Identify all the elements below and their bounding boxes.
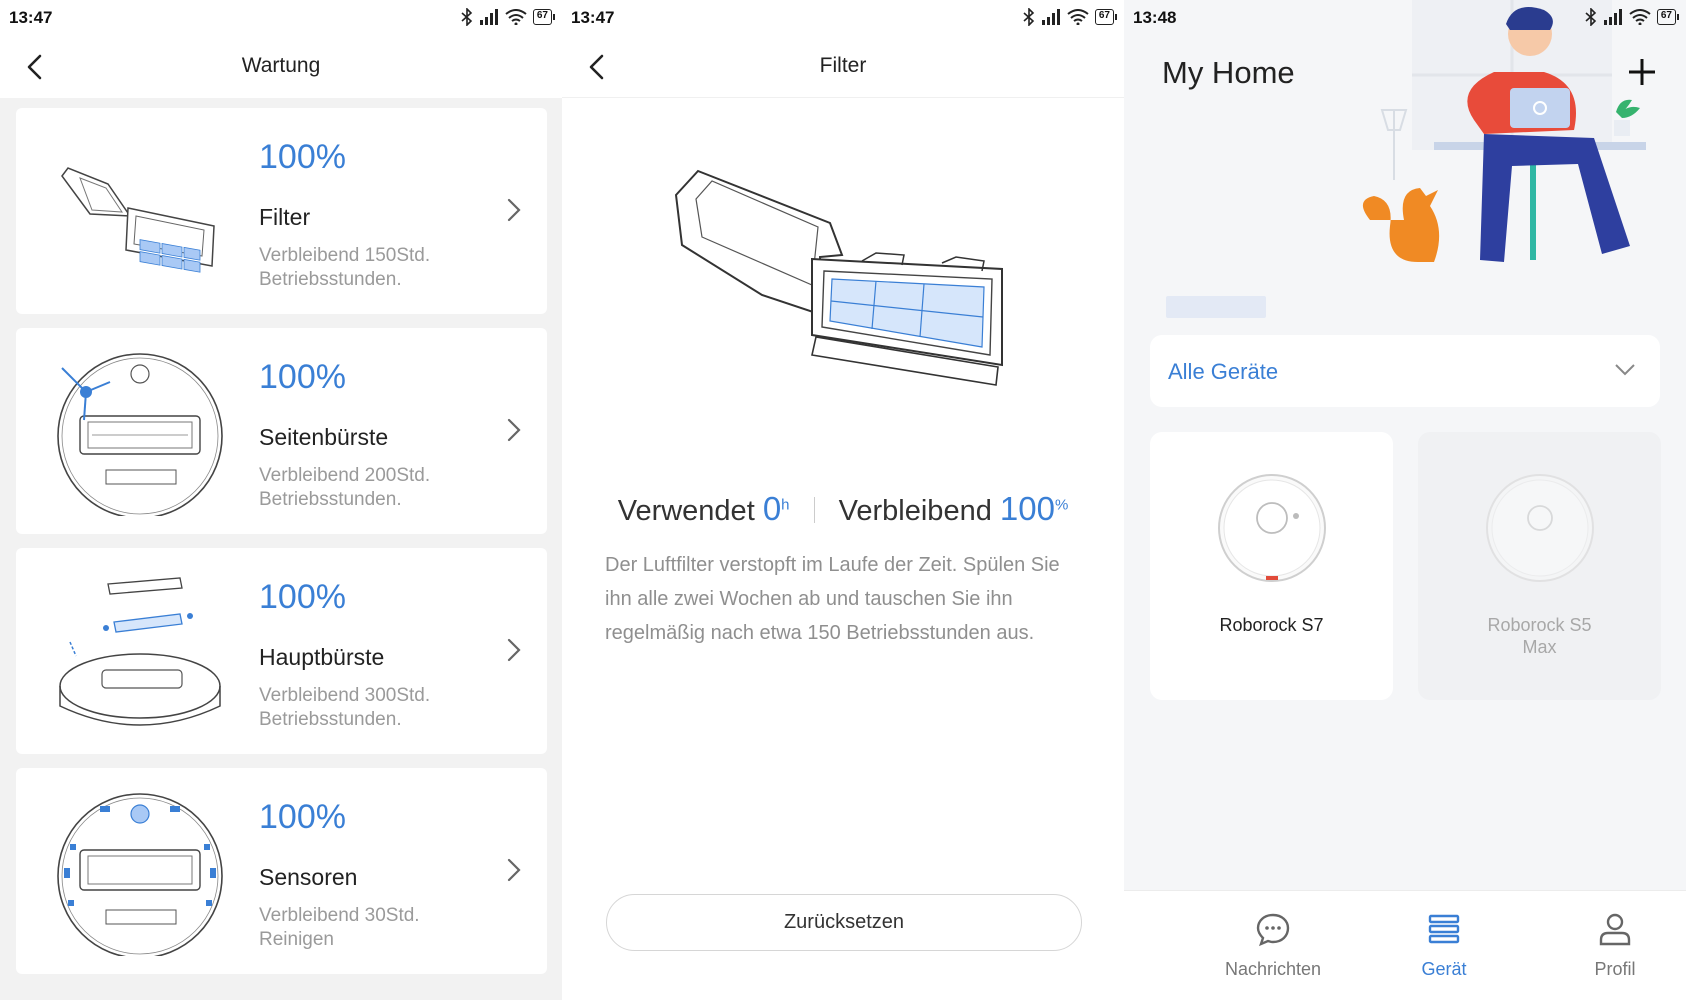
status-icons: 67 <box>461 8 556 26</box>
signal-icon <box>1603 9 1622 25</box>
remaining-value: 100 <box>999 490 1055 527</box>
status-icons: 67 <box>1585 8 1680 26</box>
status-icons: 67 <box>1023 8 1118 26</box>
chevron-right-icon <box>507 858 521 882</box>
battery-indicator: 67 <box>1656 9 1680 25</box>
dropdown-label: Alle Geräte <box>1168 359 1279 384</box>
remaining-hours: Verbleibend 150Std. <box>259 245 431 266</box>
device-filter-dropdown[interactable]: Alle Geräte <box>1150 335 1660 407</box>
plus-icon[interactable] <box>1626 56 1658 88</box>
wifi-icon <box>1629 9 1651 25</box>
maintenance-item-main-brush[interactable]: 100% Hauptbürste Verbleibend 300Std. Bet… <box>16 548 547 754</box>
remaining-hours: Verbleibend 200Std. <box>259 465 431 486</box>
remaining-unit: Betriebsstunden. <box>259 269 402 290</box>
device-name: Roborock S7 <box>1219 615 1324 635</box>
item-percent: 100% <box>259 138 346 176</box>
chat-icon <box>1256 913 1290 947</box>
device-card-roborock-s7[interactable]: Roborock S7 <box>1150 432 1393 700</box>
robot-vacuum-icon <box>1218 474 1326 582</box>
maintenance-screen: 13:47 67 Wartung 100% Filter Verbleibend… <box>0 0 562 1000</box>
reset-button[interactable]: Zurücksetzen <box>606 894 1082 951</box>
item-remaining: Verbleibend 30Std. Reinigen <box>259 904 420 952</box>
battery-indicator: 67 <box>1094 9 1118 25</box>
tab-profile[interactable]: Profil <box>1535 911 1686 980</box>
bluetooth-icon <box>1023 8 1035 26</box>
used-value: 0 <box>762 490 782 527</box>
chevron-right-icon <box>507 418 521 442</box>
room-tabs-placeholder <box>1166 296 1266 318</box>
filter-detail-screen: 13:47 67 Filter Verwendet 0h Verbleibend… <box>562 0 1124 1000</box>
used-label: Verwendet <box>617 495 755 527</box>
maintenance-item-sensors[interactable]: 100% Sensoren Verbleibend 30Std. Reinige… <box>16 768 547 974</box>
status-bar: 13:47 67 <box>0 0 562 36</box>
tab-label: Nachrichten <box>1224 959 1322 979</box>
device-card-roborock-s5-max[interactable]: Roborock S5 Max <box>1418 432 1661 700</box>
bluetooth-icon <box>1585 8 1597 26</box>
signal-icon <box>479 9 498 25</box>
bottom-tab-bar: Nachrichten Gerät Profil <box>1124 890 1686 1000</box>
wifi-icon <box>1067 9 1089 25</box>
item-name: Filter <box>259 204 311 230</box>
status-time: 13:47 <box>571 8 615 27</box>
tab-label: Profil <box>1594 959 1636 979</box>
item-name: Seitenbürste <box>259 424 389 450</box>
home-title: My Home <box>1162 55 1295 90</box>
person-icon <box>1599 913 1631 946</box>
main-brush-icon <box>59 577 221 726</box>
filter-illustration <box>674 169 1003 386</box>
status-time: 13:48 <box>1133 8 1177 27</box>
remaining-hours: Verbleibend 300Std. <box>259 685 431 706</box>
chevron-right-icon <box>507 198 521 222</box>
remaining-hours: Verbleibend 30Std. <box>259 905 420 926</box>
home-screen: 13:48 67 My Home Alle Geräte Roborock S7 <box>1124 0 1686 1000</box>
remaining-unit: Betriebsstunden. <box>259 709 402 730</box>
used-unit: h <box>781 496 790 514</box>
signal-icon <box>1041 9 1060 25</box>
usage-divider <box>813 497 815 523</box>
battery-indicator: 67 <box>532 9 556 25</box>
item-name: Sensoren <box>259 864 358 890</box>
status-time: 13:47 <box>9 8 53 27</box>
maintenance-item-filter[interactable]: 100% Filter Verbleibend 150Std. Betriebs… <box>16 108 547 314</box>
filter-box-icon <box>61 167 215 273</box>
status-bar: 13:47 67 <box>562 0 1124 36</box>
chevron-down-icon <box>1615 364 1635 376</box>
maintenance-item-side-brush[interactable]: 100% Seitenbürste Verbleibend 200Std. Be… <box>16 328 547 534</box>
page-title: Wartung <box>241 54 321 77</box>
tab-label: Gerät <box>1421 959 1467 979</box>
device-name: Roborock S5 Max <box>1487 615 1592 657</box>
tab-device[interactable]: Gerät <box>1364 911 1524 980</box>
item-remaining: Verbleibend 150Std. Betriebsstunden. <box>259 244 430 292</box>
item-percent: 100% <box>259 578 346 616</box>
nav-bar: Filter <box>562 36 1124 98</box>
remaining-unit: % <box>1054 496 1069 514</box>
remaining-unit: Betriebsstunden. <box>259 489 402 510</box>
sensors-icon <box>57 793 223 956</box>
chevron-right-icon <box>507 638 521 662</box>
remaining-label: Verbleibend <box>838 495 992 527</box>
remaining-unit: Reinigen <box>259 929 334 950</box>
item-percent: 100% <box>259 798 346 836</box>
usage-summary: Verwendet 0h Verbleibend 100% <box>562 490 1124 528</box>
item-remaining: Verbleibend 300Std. Betriebsstunden. <box>259 684 430 732</box>
device-list-icon <box>1428 914 1460 944</box>
bluetooth-icon <box>461 8 473 26</box>
tab-messages[interactable]: Nachrichten <box>1193 911 1353 980</box>
robot-vacuum-icon <box>1486 474 1594 582</box>
page-title: Filter <box>819 54 867 77</box>
nav-bar: Wartung <box>0 36 562 98</box>
side-brush-icon <box>57 353 223 516</box>
item-name: Hauptbürste <box>259 644 385 670</box>
filter-description: Der Luftfilter verstopft im Laufe der Ze… <box>605 554 1060 644</box>
item-remaining: Verbleibend 200Std. Betriebsstunden. <box>259 464 430 512</box>
wifi-icon <box>505 9 527 25</box>
status-bar: 13:48 67 <box>1124 0 1686 36</box>
item-percent: 100% <box>259 358 346 396</box>
person-with-laptop-illustration <box>1362 0 1646 262</box>
